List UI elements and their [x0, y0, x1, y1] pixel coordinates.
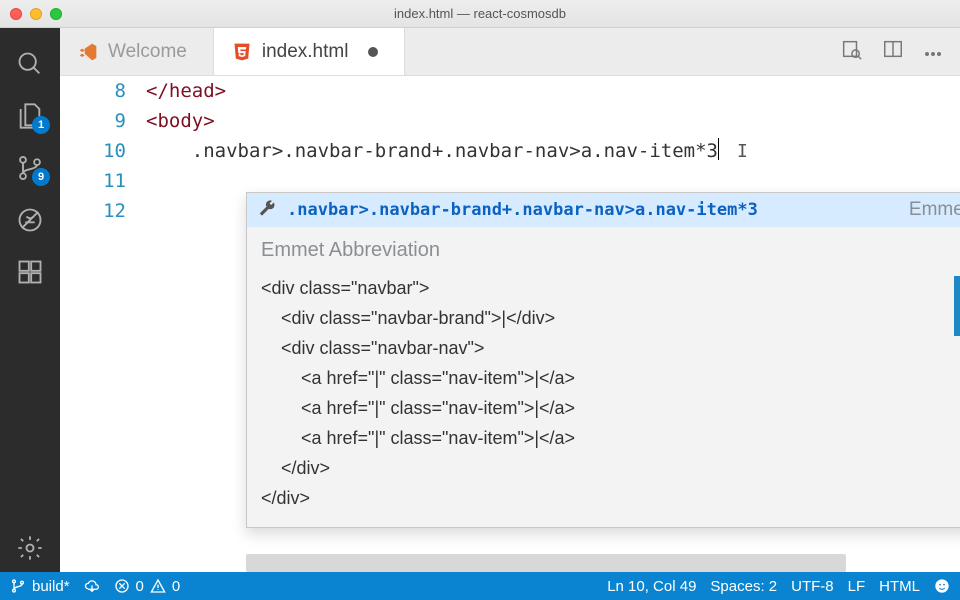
suggest-widget[interactable]: .navbar>.navbar-brand+.navbar-nav>a.nav-… — [246, 192, 960, 528]
cloud-sync-icon — [84, 578, 100, 594]
activity-explorer[interactable]: 1 — [0, 92, 60, 140]
text-cursor — [718, 138, 719, 160]
emmet-abbr-text: .navbar>.navbar-brand+.navbar-nav>a.nav-… — [192, 140, 718, 162]
tab-welcome[interactable]: Welcome — [60, 28, 214, 75]
extensions-icon — [16, 258, 44, 286]
status-sync[interactable] — [84, 578, 100, 594]
split-icon — [882, 38, 904, 60]
code-editor[interactable]: 8 9 10 11 12 </head> <body> .navbar>.nav… — [60, 76, 960, 572]
activity-scm[interactable]: 9 — [0, 144, 60, 192]
editor-tab-bar: Welcome index.html — [60, 28, 960, 76]
status-branch[interactable]: build* — [10, 578, 70, 595]
emmet-preview: <div class="navbar"> <div class="navbar-… — [261, 273, 960, 513]
status-feedback[interactable] — [934, 578, 950, 594]
editor-area: Welcome index.html — [60, 28, 960, 572]
split-editor-button[interactable] — [882, 38, 904, 65]
open-changes-button[interactable] — [840, 38, 862, 65]
suggest-abbr: .navbar>.navbar-brand+.navbar-nav>a.nav-… — [287, 195, 758, 225]
status-cursor-position[interactable]: Ln 10, Col 49 — [607, 578, 696, 595]
activity-extensions[interactable] — [0, 248, 60, 296]
status-eol[interactable]: LF — [848, 578, 866, 595]
preview-icon — [840, 38, 862, 60]
status-problems[interactable]: 0 0 — [114, 578, 181, 595]
horizontal-scrollbar[interactable] — [246, 554, 846, 572]
smile-icon — [934, 578, 950, 594]
warning-icon — [150, 578, 166, 594]
dirty-indicator-icon — [368, 47, 378, 57]
explorer-badge: 1 — [32, 116, 50, 134]
activity-settings[interactable] — [0, 524, 60, 572]
ibeam-icon: I — [737, 137, 749, 155]
more-actions-button[interactable] — [924, 43, 942, 61]
tab-label: index.html — [262, 41, 349, 63]
window-titlebar: index.html — react-cosmosdb — [0, 0, 960, 28]
window-title: index.html — react-cosmosdb — [0, 6, 960, 21]
bug-disabled-icon — [16, 206, 44, 234]
scm-badge: 9 — [32, 168, 50, 186]
activity-bar: 1 9 — [0, 28, 60, 572]
activity-debug[interactable] — [0, 196, 60, 244]
suggest-detail-title: Emmet Abbreviation — [261, 235, 960, 265]
minimap[interactable] — [942, 76, 960, 572]
status-indent[interactable]: Spaces: 2 — [710, 578, 777, 595]
branch-icon — [10, 578, 26, 594]
status-encoding[interactable]: UTF-8 — [791, 578, 834, 595]
error-icon — [114, 578, 130, 594]
search-icon — [16, 50, 44, 78]
html5-icon — [232, 42, 252, 62]
status-language[interactable]: HTML — [879, 578, 920, 595]
tab-label: Welcome — [108, 41, 187, 63]
suggest-detail: × Emmet Abbreviation <div class="navbar"… — [247, 227, 960, 527]
vscode-icon — [78, 42, 98, 62]
status-bar: build* 0 0 Ln 10, Col 49 Spaces: 2 UTF-8… — [0, 572, 960, 600]
line-number-gutter: 8 9 10 11 12 — [60, 76, 146, 226]
tab-index-html[interactable]: index.html — [214, 28, 406, 75]
wrench-icon — [257, 200, 277, 220]
suggest-item[interactable]: .navbar>.navbar-brand+.navbar-nav>a.nav-… — [247, 193, 960, 227]
gear-icon — [16, 534, 44, 562]
activity-search[interactable] — [0, 40, 60, 88]
